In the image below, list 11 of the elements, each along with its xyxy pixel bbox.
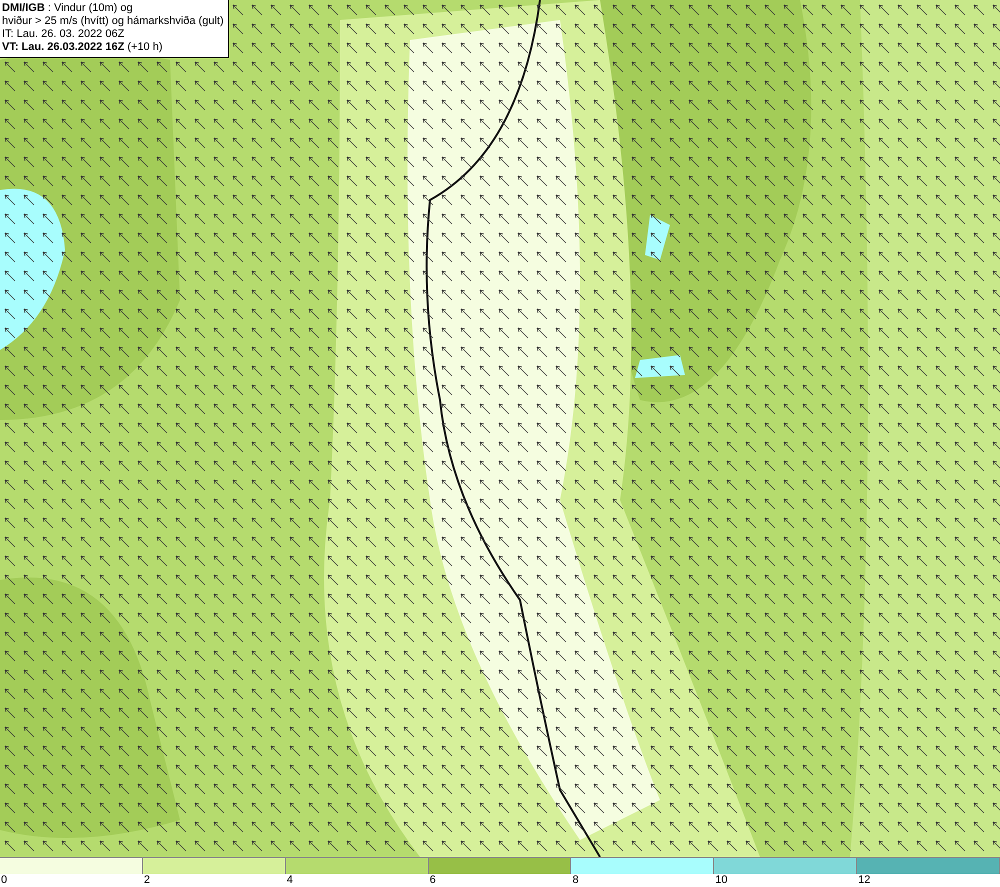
legend-label: 4: [286, 874, 293, 886]
legend-label: 12: [858, 874, 870, 886]
legend-label: 2: [144, 874, 150, 886]
legend-label: 8: [572, 874, 579, 886]
header-text: VT: Lau. 26.03.2022 16Z (+10 h): [2, 41, 164, 54]
header-text: DMI/IGB : Vindur (10m) og: [2, 2, 134, 15]
header-text: IT: Lau. 26. 03. 2022 06Z: [2, 28, 126, 41]
legend-label: 6: [430, 874, 436, 886]
legend-label: 0: [1, 874, 8, 886]
legend-label: 10: [715, 874, 728, 886]
header-text: hviður > 25 m/s (hvítt) og hámarkshviða (gult): [2, 15, 224, 28]
